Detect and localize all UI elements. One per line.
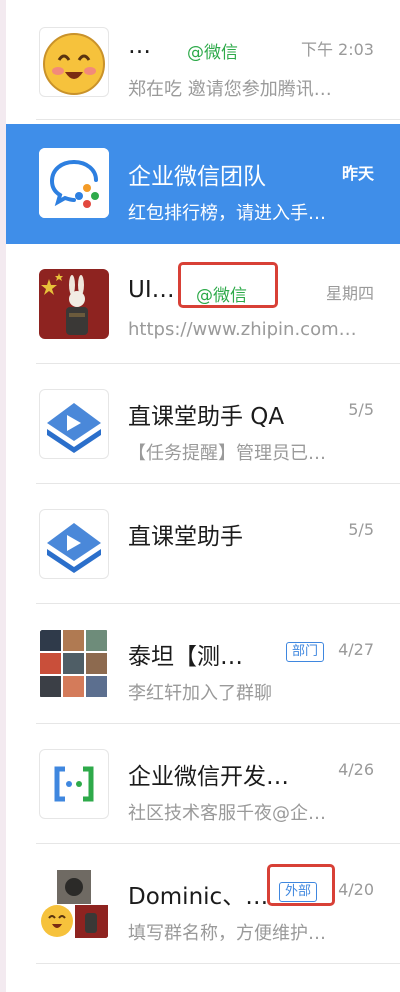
conversation-name: … [128,33,151,59]
dev-brackets-icon [39,749,109,819]
wecom-logo-icon [39,148,109,218]
conversation-preview: 社区技术客服千夜@企… [128,803,326,824]
conversation-name: 企业微信团队 [128,164,266,190]
book-play-icon [39,509,109,579]
conversation-preview: 填写群名称，方便维护… [128,923,326,944]
book-play-icon [39,389,109,459]
conversation-name: UI… [128,277,175,303]
group-mixed-icon [39,869,109,939]
conversation-time: 4/26 [338,760,374,779]
conversation-time: 4/20 [338,880,374,899]
conversation-time: 5/5 [348,400,374,419]
conversation-time: 星期四 [325,284,374,303]
conversation-time: 5/5 [348,520,374,539]
divider [36,963,400,964]
conversation-time: 昨天 [341,164,374,183]
conversation-name: Dominic、… [128,884,269,910]
conversation-preview: 郑在吃 邀请您参加腾讯… [128,79,332,100]
conversation-preview: 【任务提醒】管理员已… [128,443,326,464]
conversation-item[interactable]: 直课堂助手 QA 5/5 【任务提醒】管理员已… [6,364,400,484]
conversation-time: 下午 2:03 [300,40,374,59]
conversation-name: 企业微信开发… [128,764,289,790]
conversation-item[interactable]: 直课堂助手 5/5 [6,484,400,604]
department-badge: 部门 [286,642,325,662]
highlight-box [178,262,278,308]
conversation-name: 直课堂助手 QA [128,404,285,430]
conversation-preview: 李红轩加入了群聊 [128,683,272,704]
conversation-preview: https://www.zhipin.com… [128,319,357,340]
highlight-box [267,864,335,906]
conversation-item[interactable]: 企业微信团队 昨天 红包排行榜，请进入手… [6,124,400,244]
divider [36,119,400,120]
conversation-item[interactable]: Dominic、… 外部 4/20 填写群名称，方便维护… [6,844,400,964]
conversation-name: 直课堂助手 [128,524,243,550]
conversation-item[interactable]: 泰坦【测… 部门 4/27 李红轩加入了群聊 [6,604,400,724]
conversation-item[interactable]: UI… @微信 星期四 https://www.zhipin.com… [6,244,400,364]
conversation-preview: 红包排行榜，请进入手… [128,203,326,224]
group-grid-icon [39,629,109,699]
emoji-face-icon [39,27,109,97]
conversation-time: 4/27 [338,640,374,659]
conversation-item[interactable]: 企业微信开发… 4/26 社区技术客服千夜@企… [6,724,400,844]
rabbit-photo-icon [39,269,109,339]
conversation-name: 泰坦【测… [128,644,243,670]
conversation-item[interactable]: … @微信 下午 2:03 郑在吃 邀请您参加腾讯… [6,0,400,120]
wechat-mention-tag: @微信 [187,43,238,63]
